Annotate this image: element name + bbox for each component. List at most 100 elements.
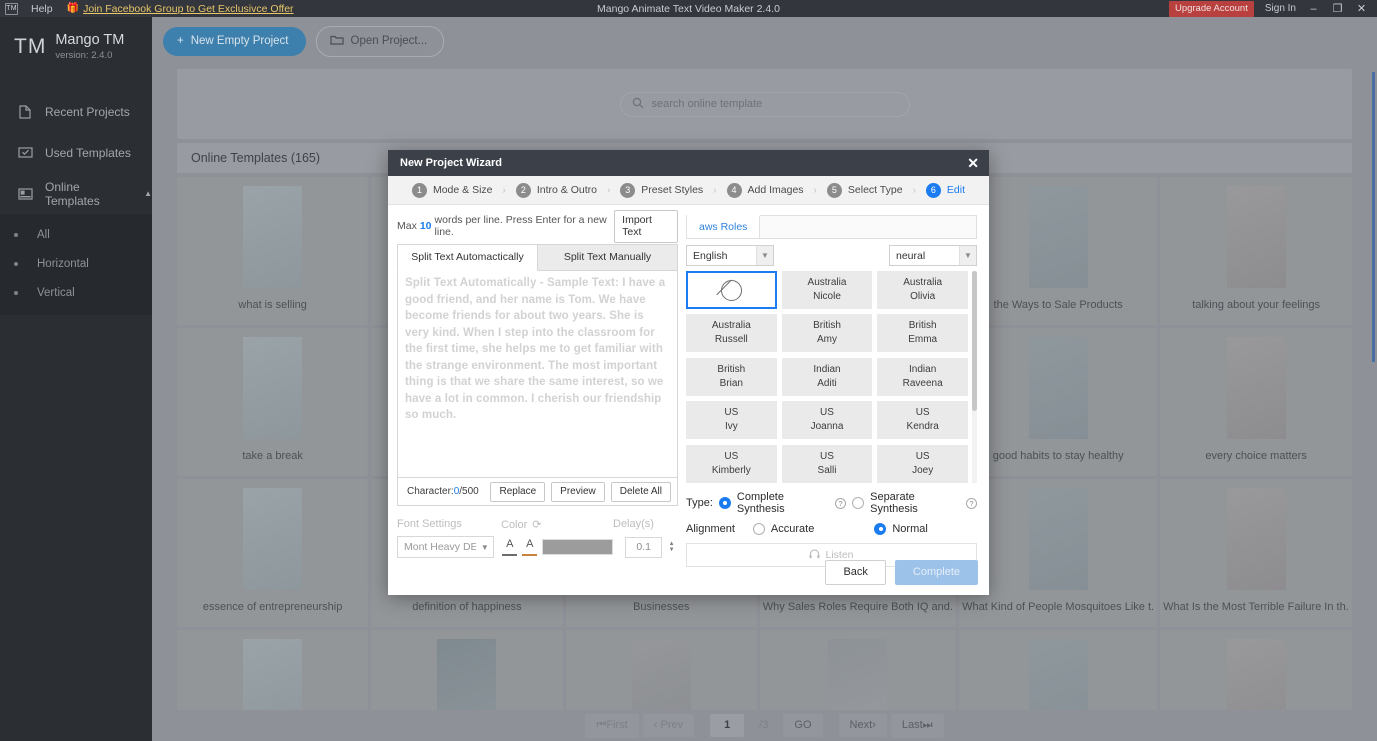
refresh-icon[interactable]: ⟳ [532,518,541,531]
wizard-step-intro-outro[interactable]: 2 Intro & Outro [515,182,597,198]
wizard-step-edit[interactable]: 6 Edit [925,182,965,198]
sidebar-item-used-templates[interactable]: Used Templates [0,132,152,173]
dialog-title: New Project Wizard [400,157,502,169]
chevron-left-icon: ‹ [653,719,658,731]
search-input[interactable]: search online template [619,91,910,117]
text-input-area[interactable]: Split Text Automatically - Sample Text: … [397,271,678,478]
next-page-button[interactable]: Next› [838,714,887,737]
stepper-down-icon[interactable]: ▼ [669,547,675,553]
voice-role-olivia[interactable]: Australia Olivia [877,271,968,309]
delete-all-button[interactable]: Delete All [610,481,671,502]
question-mark-icon[interactable]: ? [966,497,977,509]
import-text-button[interactable]: Import Text [614,209,678,243]
character-counter: Character:0/500 [407,486,479,497]
template-card[interactable]: every choice matters [1160,328,1352,476]
delay-input[interactable]: 0.1 [625,536,663,558]
text-color-icon[interactable]: A [502,538,518,556]
voice-role-aditi[interactable]: Indian Aditi [781,357,873,396]
roles-scrollbar-thumb[interactable] [972,271,977,411]
radio-normal[interactable] [874,523,887,535]
voice-role-brian[interactable]: British Brian [686,357,777,396]
template-card[interactable]: essence of entrepreneurship [177,479,369,627]
radio-complete-synthesis[interactable] [718,497,731,509]
template-card[interactable]: what is selling [177,177,369,325]
wizard-step-select-type[interactable]: 5 Select Type [826,182,903,198]
app-root: TM Help 🎁 Join Facebook Group to Get Exc… [0,0,1377,741]
synthesis-type-row: Type: Complete Synthesis ? Separate Synt… [686,491,977,515]
template-card[interactable]: talking about your feelings [1160,177,1352,325]
type-label: Type: [686,497,713,509]
chevron-up-icon[interactable]: ▲ [144,189,152,198]
facebook-offer-link[interactable]: Join Facebook Group to Get Exclusivce Of… [83,3,294,15]
new-empty-project-button[interactable]: + New Empty Project [163,26,306,56]
last-page-button[interactable]: Last⏭ [890,713,944,738]
roles-tabbar: aws Roles [686,215,977,239]
voice-role-kendra[interactable]: US Kendra [877,401,968,440]
voice-role-ivy[interactable]: US Ivy [686,401,777,440]
close-window-icon[interactable]: ✕ [1355,2,1368,15]
close-icon[interactable]: ✕ [967,155,979,172]
language-select[interactable]: English ▼ [686,245,774,266]
template-card[interactable]: What Is the Most Terrible Failure In th.… [1160,479,1352,627]
main-scrollbar[interactable] [1372,72,1375,362]
voice-role-emma[interactable]: British Emma [877,314,968,353]
voice-role-salli[interactable]: US Salli [781,444,873,483]
sidebar-item-horizontal[interactable]: Horizontal [0,249,152,278]
online-templates-icon [17,187,34,201]
chevron-down-icon: ▼ [756,246,773,265]
maximize-icon[interactable]: ❐ [1331,2,1344,15]
voice-role-raveena[interactable]: Indian Raveena [877,357,968,396]
radio-separate-synthesis[interactable] [852,497,865,509]
current-page-input[interactable]: 1 [710,714,745,737]
template-thumbnail [1028,337,1088,439]
roles-scrollbar[interactable] [972,271,977,483]
sidebar-item-online-templates[interactable]: Online Templates ▲ [0,173,152,214]
color-swatch[interactable] [542,539,614,555]
sidebar-item-all[interactable]: All [0,220,152,249]
text-gradient-color-icon[interactable]: A [522,538,538,556]
font-family-value: Mont Heavy DEM [404,541,487,553]
open-project-button[interactable]: Open Project... [315,25,445,57]
first-page-button[interactable]: ⏮First [585,713,639,738]
voice-region: US [724,407,739,419]
max-words-hint: Max 10 words per line. Press Enter for a… [397,209,678,243]
tab-aws-roles[interactable]: aws Roles [687,215,761,238]
preview-button[interactable]: Preview [551,481,605,502]
voice-role-russell[interactable]: Australia Russell [686,314,777,353]
step-number: 2 [515,182,531,198]
radio-accurate[interactable] [752,523,765,535]
engine-value: neural [896,249,926,262]
gift-icon: 🎁 [66,3,80,14]
question-mark-icon[interactable]: ? [835,497,847,509]
back-button[interactable]: Back [825,560,886,585]
wizard-step-mode-size[interactable]: 1 Mode & Size [411,182,493,198]
tab-split-manually[interactable]: Split Text Manually [538,244,678,271]
replace-button[interactable]: Replace [490,481,546,502]
sidebar-item-vertical[interactable]: Vertical [0,278,152,307]
voice-role-kimberly[interactable]: US Kimberly [686,444,777,483]
font-family-select[interactable]: Mont Heavy DEM ▼ [397,536,495,558]
pagination: ⏮First ‹ Prev 1 /3 GO Next› Last⏭ [152,710,1377,741]
delay-stepper[interactable]: ▲ ▼ [665,541,678,553]
max-suffix: words per line. Press Enter for a new li… [434,214,607,238]
voice-role-amy[interactable]: British Amy [781,314,873,353]
tab-split-automatically[interactable]: Split Text Automactically [397,244,538,271]
go-button[interactable]: GO [783,714,823,737]
voice-role-joey[interactable]: US Joey [877,444,968,483]
sign-in-button[interactable]: Sign In [1265,3,1296,14]
voice-role-joanna[interactable]: US Joanna [781,401,873,440]
voice-roles-container: Australia Nicole Australia Olivia Australia R… [686,271,977,483]
step-separator-icon: › [713,184,717,196]
no-voice-icon [720,279,742,301]
sidebar-item-recent-projects[interactable]: Recent Projects [0,91,152,132]
help-menu[interactable]: Help [31,3,53,15]
voice-role-none[interactable] [686,271,777,309]
minimize-icon[interactable]: – [1307,3,1320,15]
wizard-step-add-images[interactable]: 4 Add Images [726,182,804,198]
prev-page-button[interactable]: ‹ Prev [642,714,695,737]
template-card[interactable]: take a break [177,328,369,476]
upgrade-account-button[interactable]: Upgrade Account [1168,0,1254,17]
voice-role-nicole[interactable]: Australia Nicole [781,271,873,309]
wizard-step-preset-styles[interactable]: 3 Preset Styles [620,182,703,198]
engine-select[interactable]: neural ▼ [889,245,977,266]
